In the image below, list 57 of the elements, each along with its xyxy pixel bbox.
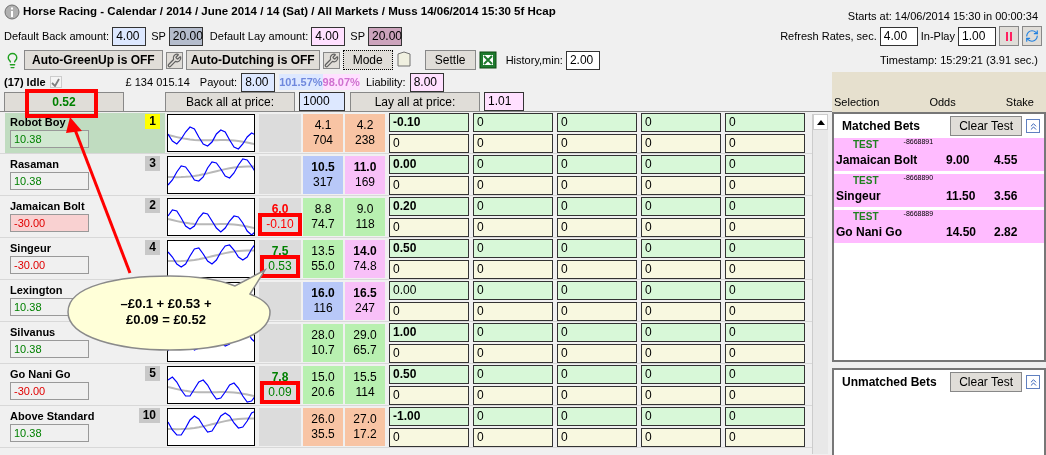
field-label: History,min: [505, 52, 563, 68]
profit-loss-field: 10.38 [10, 172, 89, 190]
test-tag: TEST [853, 210, 879, 223]
runner-name: Lexington [10, 282, 63, 298]
field-label: SP [151, 28, 166, 44]
column-header: Odds [929, 94, 956, 110]
runner-name: Robot Boy [10, 114, 66, 130]
bet-selection: Singeur [836, 188, 882, 205]
field-label: SP [350, 28, 365, 44]
runner-number: 10 [138, 407, 160, 423]
runner-name: Above Standard [10, 408, 95, 424]
runner-number: 1 [145, 113, 160, 129]
bet-selection: Go Nani Go [836, 224, 903, 241]
runner-name: Go Nani Go [10, 366, 71, 382]
profit-loss-field: 10.38 [10, 424, 89, 442]
runner-number: 5 [145, 365, 160, 381]
profit-loss-field: -30.00 [10, 382, 89, 400]
position-cell: 7.8 0.09 [259, 365, 301, 404]
lay-book-percentage: 98.07% [322, 73, 360, 91]
runner-name: Silvanus [10, 324, 56, 340]
bet-odds: 14.50 [946, 224, 978, 241]
test-tag: TEST [853, 174, 879, 187]
runner-number: 3 [145, 155, 160, 171]
field-label: Liability: [365, 74, 406, 90]
field-label: Default Lay amount: [209, 28, 309, 44]
runner-number: 4 [145, 239, 160, 255]
profit-loss-field: -30.00 [10, 256, 89, 274]
bet-stake: 4.55 [994, 152, 1018, 169]
timestamp: Timestamp: 15:29:21 (3.91 sec.) [880, 52, 1038, 68]
bet-selection: Jamaican Bolt [836, 152, 919, 169]
profit-loss-field: 10.38 [10, 340, 89, 358]
start-time: Starts at: 14/06/2014 15:30 in 00:00:34 [847, 9, 1038, 22]
runner-name: Rasaman [10, 156, 59, 172]
bet-odds: 9.00 [946, 152, 971, 169]
bet-stake: 3.56 [994, 188, 1018, 205]
runner-number: 2 [145, 197, 160, 213]
position-cell: 7.5 0.53 [259, 239, 301, 278]
balance: £ 134 015.14 [125, 74, 190, 90]
test-tag: TEST [853, 138, 879, 151]
field-label: Default Back amount: [4, 28, 110, 44]
runner-name: Singeur [10, 240, 51, 256]
profit-loss-field: -30.00 [10, 214, 89, 232]
column-header: Stake [1005, 94, 1034, 110]
field-label: Payout: [199, 74, 238, 90]
window-title: Horse Racing - Calendar / 2014 / June 2014 / 14 (Sat) / All Markets / Muss 14/06/2014 15:30 5f Hcap [23, 4, 556, 20]
back-book-percentage: 101.57% [279, 73, 323, 91]
runner-name: Jamaican Bolt [10, 198, 85, 214]
panel-title: Unmatched Bets [842, 374, 937, 391]
profit-loss-field: 10.38 [10, 130, 89, 148]
status-label: (17) Idle [4, 74, 46, 90]
position-cell: 6.0 -0.10 [259, 197, 301, 236]
column-header: Selection [834, 94, 880, 110]
panel-title: Matched Bets [842, 118, 921, 135]
bet-stake: 2.82 [994, 224, 1018, 241]
bet-odds: 11.50 [946, 188, 977, 205]
field-label: Refresh Rates, sec. [780, 28, 877, 44]
field-label: In-Play [920, 28, 955, 44]
